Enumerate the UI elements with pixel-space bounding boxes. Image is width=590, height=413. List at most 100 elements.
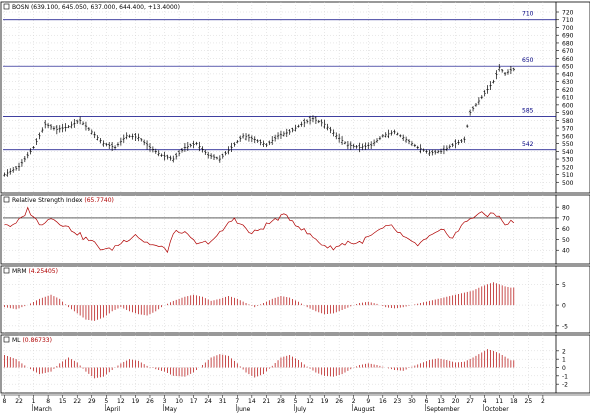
x-tick-label: 30 (408, 398, 416, 405)
indicator-values: (0.86733) (22, 337, 52, 344)
x-tick-label: 25 (525, 398, 533, 405)
y-tick-label: -1 (562, 373, 568, 380)
y-tick-label: 520 (562, 164, 574, 171)
month-label: September (426, 406, 460, 413)
indicator-values: (65.7740) (84, 197, 114, 204)
y-tick-label: 530 (562, 157, 574, 164)
x-tick-label: 29 (88, 398, 96, 405)
month-label: August (354, 406, 376, 413)
month-label: October (485, 406, 510, 413)
y-tick-label: 510 (562, 172, 574, 179)
x-tick-label: 9 (366, 398, 370, 405)
y-tick-label: 720 (562, 10, 574, 17)
panel-3: -5 0 5 MRM (4.25405) (0, 265, 590, 334)
panel-title: Relative Strength Index (65.7740) (12, 197, 114, 204)
y-tick-label: 580 (562, 118, 574, 125)
y-tick-label: 620 (562, 87, 574, 94)
y-tick-label: 690 (562, 33, 574, 40)
x-tick-label: 28 (277, 398, 285, 405)
y-tick-label: 2 (562, 348, 566, 355)
x-tick-label: 26 (335, 398, 343, 405)
panel-title: MRM (4.25405) (12, 268, 58, 275)
month-label: July (295, 406, 307, 413)
panel-2: 40 50 60 70 80 Relative Strength Index (65.77… (0, 194, 590, 265)
x-tick-label: 10 (175, 398, 183, 405)
x-tick-label: 16 (379, 398, 387, 405)
y-tick-label: 640 (562, 71, 574, 78)
panel-1: 5005105205305405505605705805906006106206… (0, 1, 590, 194)
x-tick-label: 6 (425, 398, 429, 405)
y-tick-label: 630 (562, 79, 574, 86)
month-label: April (106, 406, 120, 413)
reference-line-label: 710 (522, 11, 534, 18)
panel-title: BOSN (639.100, 645.050, 637.000, 644.400… (12, 4, 180, 11)
y-tick-label: 1 (562, 357, 566, 364)
x-tick-label: 14 (248, 398, 256, 405)
x-tick-label: 18 (510, 398, 518, 405)
x-tick-label: 12 (306, 398, 314, 405)
x-tick-label: 2 (352, 398, 356, 405)
x-tick-label: 1 (32, 398, 36, 405)
panel-menu-icon[interactable] (3, 3, 10, 10)
reference-line-label: 650 (522, 57, 534, 64)
indicator-name: MRM (12, 268, 28, 275)
indicator-values: (4.25405) (28, 268, 58, 275)
y-tick-label: 0 (562, 365, 566, 372)
y-tick-label: 590 (562, 110, 574, 117)
x-tick-label: 5 (294, 398, 298, 405)
indicator-name: BOSN (12, 4, 31, 11)
x-tick-label: 27 (466, 398, 474, 405)
y-tick-label: 50 (562, 237, 570, 244)
y-tick-label: 670 (562, 48, 574, 55)
y-tick-label: 700 (562, 25, 574, 32)
y-tick-label: 80 (562, 205, 570, 212)
y-tick-label: 70 (562, 215, 570, 222)
x-tick-label: 4 (483, 398, 487, 405)
x-tick-label: 24 (204, 398, 212, 405)
x-tick-label: 2 (541, 398, 545, 405)
y-tick-label: 710 (562, 17, 574, 24)
y-tick-label: 40 (562, 248, 570, 255)
x-tick-label: 31 (219, 398, 227, 405)
x-tick-label: 17 (190, 398, 198, 405)
y-tick-label: 540 (562, 149, 574, 156)
y-tick-label: 570 (562, 126, 574, 133)
y-tick-label: 0 (562, 303, 566, 310)
panel-title: ML (0.86733) (12, 337, 52, 344)
x-tick-label: 13 (437, 398, 445, 405)
x-tick-label: 23 (394, 398, 402, 405)
x-tick-label: 12 (117, 398, 125, 405)
x-tick-label: 8 (46, 398, 50, 405)
y-tick-label: -2 (562, 382, 568, 389)
chart-canvas: 5005105205305405505605705805906006106206… (0, 1, 590, 413)
panel-menu-icon[interactable] (3, 196, 10, 203)
y-tick-label: 5 (562, 282, 566, 289)
x-tick-label: 15 (59, 398, 67, 405)
panel-menu-icon[interactable] (3, 336, 10, 343)
indicator-name: Relative Strength Index (12, 197, 84, 204)
y-tick-label: 660 (562, 56, 574, 63)
x-tick-label: 7 (235, 398, 239, 405)
x-tick-label: 21 (263, 398, 271, 405)
reference-line-label: 542 (522, 141, 534, 148)
month-label: March (34, 406, 52, 413)
panel-menu-icon[interactable] (3, 267, 10, 274)
panel-4: -2 -101 2 ML (0.86733) (0, 334, 590, 394)
x-tick-label: 22 (73, 398, 81, 405)
y-tick-label: 680 (562, 40, 574, 47)
x-tick-label: 19 (132, 398, 140, 405)
month-label: June (236, 406, 250, 413)
x-tick-label: 11 (495, 398, 503, 405)
x-tick-label: 19 (321, 398, 329, 405)
x-tick-label: 5 (104, 398, 108, 405)
y-tick-label: 610 (562, 95, 574, 102)
y-tick-label: 600 (562, 102, 574, 109)
x-tick-label: 26 (146, 398, 154, 405)
reference-line-label: 585 (522, 107, 534, 114)
y-tick-label: 650 (562, 64, 574, 71)
x-tick-label: 22 (15, 398, 23, 405)
month-label: May (165, 406, 178, 413)
x-tick-label: 3 (163, 398, 167, 405)
x-tick-label: 20 (452, 398, 460, 405)
panel-frame (0, 194, 590, 265)
